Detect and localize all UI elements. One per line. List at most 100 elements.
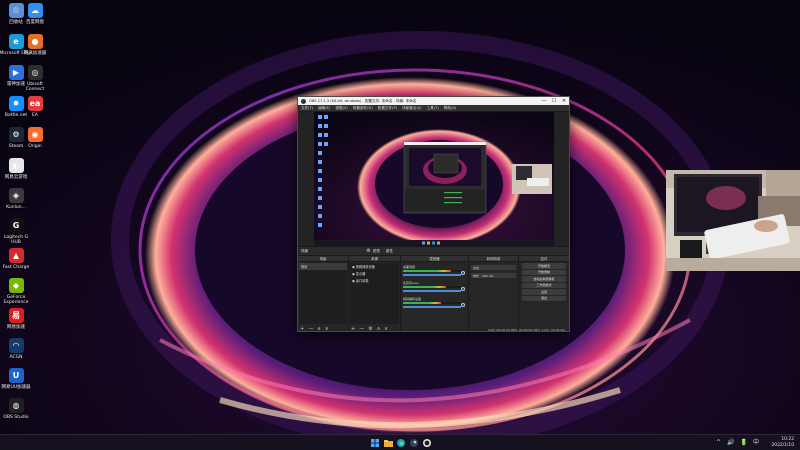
mixer-channel: 视频捕获设备 — [403, 297, 466, 311]
desktop-icon-label: 网易加速 — [7, 325, 25, 330]
clock-date: 2022/1/10 — [771, 442, 794, 448]
mute-icon[interactable] — [461, 287, 465, 291]
move-scene-down-button[interactable]: ∨ — [325, 326, 329, 332]
move-scene-up-button[interactable]: ∧ — [317, 326, 321, 332]
control-button[interactable]: 工作室模式 — [522, 282, 566, 288]
volume-meter-fill — [403, 286, 446, 288]
volume-slider[interactable] — [403, 306, 461, 308]
desktop-icon[interactable]: ▲ Fast Charge — [0, 248, 32, 270]
desktop-icon[interactable]: ◍ OBS Studio — [0, 398, 32, 420]
file-explorer-icon[interactable] — [383, 438, 393, 448]
desktop-icon[interactable]: U 网易UU加速器 — [0, 368, 32, 390]
transition-select[interactable]: 淡出 — [471, 265, 516, 270]
desktop-icon-label: ACGN — [9, 355, 23, 360]
menu-item[interactable]: 帮助(H) — [444, 106, 457, 111]
desktop-icon[interactable]: ● 腾讯加速器 — [19, 34, 51, 56]
desktop-icon-label: Logitech G HUB — [3, 235, 29, 245]
transition-duration[interactable]: 时长 300 ms — [471, 273, 516, 278]
desktop-icon[interactable]: ◎ Ubisoft Connect — [19, 65, 51, 92]
source-item[interactable]: ◉ 窗口采集 — [350, 277, 399, 284]
mixer-channel: 麦克风/Aux — [403, 281, 466, 295]
add-scene-button[interactable]: + — [300, 326, 304, 332]
desktop-icon-label: Ubisoft Connect — [25, 82, 45, 92]
menu-item[interactable]: 停靠部件(D) — [353, 106, 373, 111]
steam-icon[interactable] — [409, 438, 419, 448]
volume-meter — [403, 270, 461, 272]
menu-item[interactable]: 编辑(E) — [318, 106, 330, 111]
remove-source-button[interactable]: — — [359, 326, 364, 332]
desktop-icon[interactable]: ◈ Kunlun... — [0, 188, 32, 210]
add-source-button[interactable]: + — [351, 326, 355, 332]
desktop-icon-label: 网易云游戏 — [4, 175, 28, 180]
filters-button[interactable]: 滤镜 — [373, 249, 380, 254]
properties-button[interactable]: 属性 — [386, 249, 393, 254]
scenes-list[interactable]: 场景 — [299, 263, 347, 324]
desktop-icon[interactable]: G Logitech G HUB — [0, 218, 32, 245]
battery-icon[interactable]: 🔋 — [740, 439, 747, 447]
scenes-dock: 场景 场景 + — ∧ ∨ — [298, 256, 349, 332]
duration-value: 300 ms — [482, 273, 494, 278]
acgn-icon: ◠ — [8, 338, 24, 353]
tray-overflow-icon[interactable]: ^ — [716, 439, 721, 447]
menu-item[interactable]: 文件(F) — [301, 106, 313, 111]
control-button[interactable]: 设置 — [522, 289, 566, 295]
desktop-icon[interactable]: ◉ Origin — [19, 127, 51, 149]
control-button[interactable]: 启动虚拟摄像机 — [522, 276, 566, 282]
menu-item[interactable]: 配置文件(P) — [378, 106, 397, 111]
close-button[interactable]: ✕ — [559, 97, 569, 105]
desktop-icon[interactable]: ◆ GeForce Experience — [0, 278, 32, 305]
netease-cloud-icon: ◐ — [8, 158, 24, 173]
obs-icon[interactable] — [422, 438, 432, 448]
clock[interactable]: 10:22 2022/1/10 — [771, 437, 794, 448]
edge-icon[interactable] — [396, 438, 406, 448]
sources-toolbar: + — ⚙ ∧ ∨ — [351, 325, 392, 332]
gear-icon[interactable]: ⚙ — [366, 248, 370, 254]
desktop-icon[interactable]: ◠ ACGN — [0, 338, 32, 360]
sources-dock: 来源 ◉ 视频捕获设备 ◉ 显示器 ◉ 窗口采集 + — ⚙ ∧ ∨ — [349, 256, 401, 332]
control-button[interactable]: 开始推流 — [522, 263, 566, 269]
mute-icon[interactable] — [461, 271, 465, 275]
obs-icon: ◍ — [8, 398, 24, 413]
mixer-dock: 混音器 桌面音频 麦克风/Aux 视频捕获设备 — [401, 256, 469, 331]
mixer-channel: 桌面音频 — [403, 265, 466, 279]
desktop-icon-label: Origin — [28, 144, 42, 149]
preview-area — [298, 112, 569, 246]
volume-slider[interactable] — [403, 290, 461, 292]
desktop-icon[interactable]: ea EA — [19, 96, 51, 118]
minimize-button[interactable]: — — [539, 97, 549, 105]
uu-icon: U — [8, 368, 24, 383]
fast-charge-icon: ▲ — [8, 248, 24, 263]
current-scene-label: 场景 — [301, 248, 309, 253]
source-item[interactable]: ◉ 视频捕获设备 — [350, 263, 399, 270]
menu-item[interactable]: 工具(T) — [427, 106, 439, 111]
preview-canvas[interactable] — [314, 112, 554, 246]
taskbar: ^ 🔊 🔋 中 10:22 2022/1/10 — [0, 434, 800, 450]
move-source-down-button[interactable]: ∨ — [384, 326, 388, 332]
control-button[interactable]: 退出 — [522, 295, 566, 301]
scene-item[interactable]: 场景 — [299, 263, 347, 270]
source-settings-button[interactable]: ⚙ — [368, 326, 372, 332]
desktop-icon[interactable]: ◐ 网易云游戏 — [0, 158, 32, 180]
control-button[interactable]: 开始录制 — [522, 269, 566, 275]
volume-icon[interactable]: 🔊 — [727, 439, 734, 447]
desktop-icon-label: GeForce Experience — [3, 295, 29, 305]
volume-slider[interactable] — [403, 274, 461, 276]
desktop-icon-label: 百度网盘 — [26, 20, 44, 25]
menu-item[interactable]: 视图(V) — [335, 106, 347, 111]
accelerator-icon: ● — [27, 34, 43, 49]
obs-titlebar[interactable]: OBS 27.1.3 (64-bit, windows) - 配置文件: 未命名… — [298, 97, 569, 105]
source-item[interactable]: ◉ 显示器 — [350, 270, 399, 277]
menu-bar: 文件(F) 编辑(E) 视图(V) 停靠部件(D) 配置文件(P) 场景集合(S) 工具(T… — [298, 105, 569, 112]
ea-icon: ea — [27, 96, 43, 111]
maximize-button[interactable]: ☐ — [549, 97, 559, 105]
sources-list[interactable]: ◉ 视频捕获设备 ◉ 显示器 ◉ 窗口采集 — [350, 263, 399, 324]
remove-scene-button[interactable]: — — [308, 326, 313, 332]
desktop-icon[interactable]: ☁ 百度网盘 — [19, 3, 51, 25]
desktop-icon[interactable]: 易网易加速 — [0, 308, 32, 330]
menu-item[interactable]: 场景集合(S) — [402, 106, 421, 111]
obs-window[interactable]: OBS 27.1.3 (64-bit, windows) - 配置文件: 未命名… — [297, 96, 570, 332]
mute-icon[interactable] — [461, 303, 465, 307]
windows-start-icon[interactable] — [370, 438, 380, 448]
input-method-icon[interactable]: 中 — [753, 439, 759, 447]
move-source-up-button[interactable]: ∧ — [377, 326, 381, 332]
